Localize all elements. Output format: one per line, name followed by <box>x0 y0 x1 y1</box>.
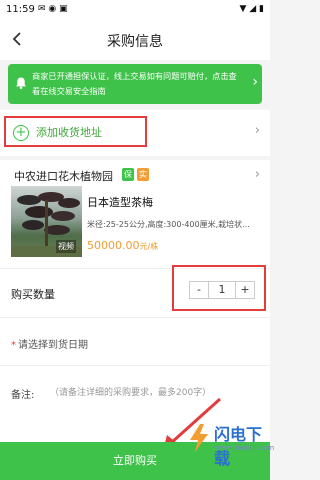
app-header: 采购信息 <box>0 20 270 60</box>
price-value: 50000.00 <box>87 239 140 252</box>
status-time: 11:59 <box>6 4 35 15</box>
price-unit: 元/株 <box>139 242 159 251</box>
required-mark: * <box>11 340 16 351</box>
status-bar: 11:59 ✉ ◉ ▣ ▼ ◢ ▮ <box>0 0 270 20</box>
product-title: 日本造型茶梅 <box>87 196 153 209</box>
signal-battery-icon: ▼ ◢ ▮ <box>239 4 264 14</box>
watermark: 闪电下载 www.dianlut.com <box>186 420 274 468</box>
product-image[interactable]: 视频 <box>11 186 82 257</box>
page-title: 采购信息 <box>107 34 163 50</box>
highlight-box-quantity <box>172 265 266 311</box>
notification-icons: ✉ ◉ ▣ <box>38 4 68 14</box>
notice-text: 商家已开通担保认证，线上交易如有问题可赔付，点击查看在线交易安全指南 <box>32 71 237 96</box>
guarantee-notice-banner[interactable]: 商家已开通担保认证，线上交易如有问题可赔付，点击查看在线交易安全指南 › <box>8 64 262 104</box>
product-spec: 米径:25-25公分,高度:300-400厘米,栽培状... <box>87 220 250 229</box>
guarantee-badge: 保 <box>122 168 134 181</box>
video-tag: 视频 <box>56 240 76 253</box>
divider <box>0 365 270 366</box>
verified-badge: 实 <box>137 168 149 181</box>
watermark-url: www.dianlut.com <box>214 444 275 452</box>
chevron-right-icon[interactable]: › <box>255 167 260 182</box>
bell-icon <box>16 77 26 90</box>
delivery-date-selector[interactable]: * 请选择到货日期 <box>11 336 88 351</box>
delivery-date-label: 请选择到货日期 <box>18 340 88 351</box>
chevron-right-icon: › <box>252 74 258 90</box>
highlight-box-address <box>4 116 147 147</box>
product-price: 50000.00元/株 <box>87 239 158 252</box>
quantity-label: 购买数量 <box>11 288 55 301</box>
chevron-right-icon: › <box>254 123 260 138</box>
divider <box>0 317 270 318</box>
shop-name[interactable]: 中农进口花木植物园 <box>14 168 113 184</box>
note-label: 备注: <box>11 390 35 401</box>
lightning-logo-icon <box>190 424 208 452</box>
